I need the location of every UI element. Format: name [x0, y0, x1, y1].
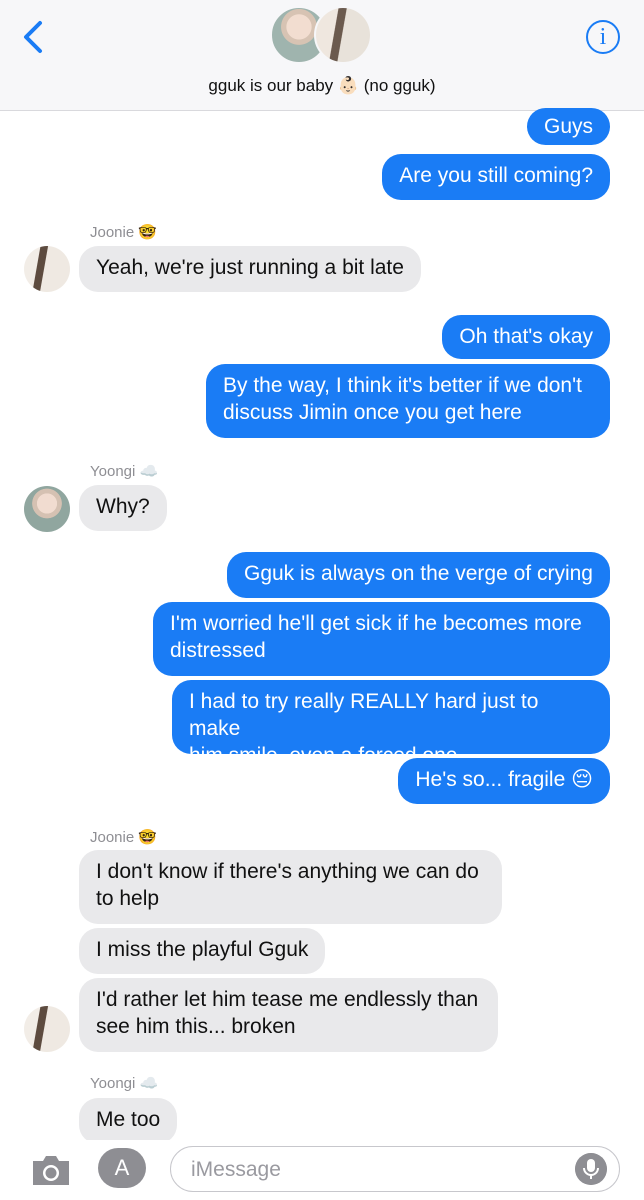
- message-bubble[interactable]: By the way, I think it's better if we do…: [206, 364, 610, 438]
- microphone-icon[interactable]: [575, 1153, 607, 1185]
- message-bubble[interactable]: I had to try really REALLY hard just to …: [172, 680, 610, 767]
- message-bubble[interactable]: I miss the playful Gguk: [79, 928, 326, 974]
- message-bubble[interactable]: Gguk is always on the verge of crying: [226, 552, 610, 598]
- message-bubble[interactable]: I'd rather let him tease me endlessly th…: [79, 978, 498, 1052]
- message-bubble[interactable]: Me too: [79, 1098, 178, 1144]
- message-bubble[interactable]: Yeah, we're just running a bit late: [79, 246, 421, 292]
- message-bubble[interactable]: Why?: [79, 485, 167, 531]
- sender-name: Joonie 🤓: [90, 829, 158, 846]
- message-bubble[interactable]: I don't know if there's anything we can …: [79, 850, 502, 924]
- chevron-left-icon[interactable]: [18, 20, 48, 54]
- camera-icon[interactable]: [30, 1152, 72, 1188]
- message-bubble[interactable]: Oh that's okay: [442, 315, 610, 359]
- sender-name: Yoongi ☁️: [90, 463, 159, 480]
- group-avatars[interactable]: [270, 6, 380, 64]
- info-icon[interactable]: i: [586, 20, 620, 54]
- message-bubble[interactable]: He's so... fragile 😔: [398, 758, 610, 804]
- avatar: [24, 246, 70, 292]
- sender-name: Yoongi ☁️: [90, 1075, 159, 1092]
- avatar: [24, 486, 70, 532]
- avatar: [24, 1006, 70, 1052]
- compose-bar: A iMessage: [0, 1140, 644, 1200]
- message-bubble[interactable]: Are you still coming?: [382, 154, 610, 200]
- group-name[interactable]: gguk is our baby 👶🏻 (no gguk): [0, 76, 644, 96]
- message-input-placeholder: iMessage: [191, 1158, 281, 1181]
- conversation-header: gguk is our baby 👶🏻 (no gguk) i: [0, 0, 644, 111]
- sender-name: Joonie 🤓: [90, 224, 158, 241]
- app-store-icon[interactable]: A: [98, 1148, 146, 1188]
- avatar: [314, 6, 372, 64]
- message-input[interactable]: iMessage: [170, 1146, 620, 1192]
- message-bubble[interactable]: I'm worried he'll get sick if he becomes…: [153, 602, 610, 676]
- message-bubble[interactable]: Guys: [526, 108, 610, 145]
